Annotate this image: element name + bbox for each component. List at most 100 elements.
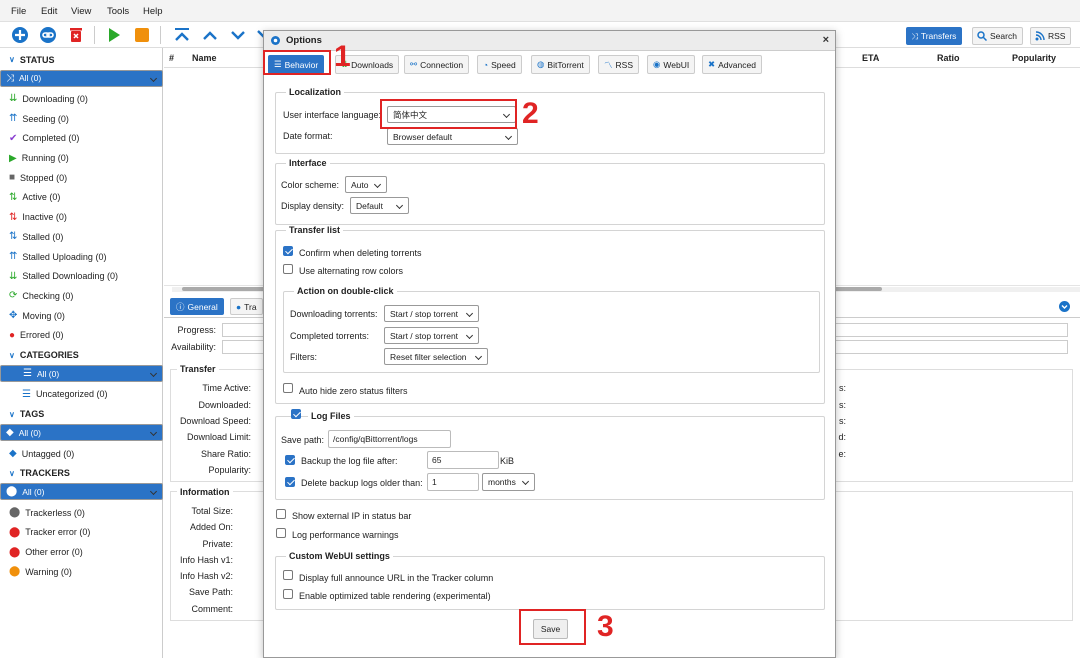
- tab-connection[interactable]: ⚯ Connection: [404, 55, 470, 74]
- move-top-icon[interactable]: [172, 25, 192, 45]
- list-icon: ☰: [23, 368, 32, 380]
- tag-filter-item[interactable]: ◆ All (0): [0, 424, 163, 442]
- delete-age-input[interactable]: 1: [427, 473, 479, 491]
- display-density-select[interactable]: Default: [350, 197, 409, 214]
- status-filter-item[interactable]: ✔ Completed (0): [0, 129, 163, 148]
- status-section-header[interactable]: ∨ STATUS: [0, 50, 163, 69]
- tracker-filter-item[interactable]: ⬤ Other error (0): [0, 543, 163, 562]
- full-url-checkbox[interactable]: [283, 570, 293, 580]
- color-scheme-select[interactable]: Auto: [345, 176, 387, 193]
- menu-file[interactable]: File: [11, 6, 26, 17]
- status-filter-item[interactable]: ⇅ Active (0): [0, 188, 163, 207]
- backup-size-input[interactable]: 65: [427, 451, 499, 469]
- check-icon: ✔: [9, 132, 18, 144]
- status-filter-item[interactable]: ⇅ Inactive (0): [0, 208, 163, 227]
- stop-icon[interactable]: [132, 25, 152, 45]
- start-icon[interactable]: [104, 25, 124, 45]
- tab-advanced[interactable]: ✖ Advanced: [702, 55, 762, 74]
- status-filter-item[interactable]: ⤨ All (0): [0, 69, 163, 87]
- status-filter-item[interactable]: ⇈ Stalled Uploading (0): [0, 247, 163, 266]
- progress-label: Progress:: [177, 325, 216, 335]
- confirm-delete-checkbox[interactable]: [283, 246, 293, 256]
- status-filter-item[interactable]: ⇊ Downloading (0): [0, 89, 163, 108]
- optimized-render-checkbox[interactable]: [283, 589, 293, 599]
- close-icon[interactable]: ×: [823, 34, 829, 46]
- options-dialog: Options × ☰ Behavior ⇊ Downloads ⚯ Connecti…: [263, 30, 836, 658]
- col-name[interactable]: Name: [192, 53, 217, 63]
- tab-speed[interactable]: ◔ Speed: [477, 55, 522, 74]
- log-perf-checkbox[interactable]: [276, 528, 286, 538]
- menu-view[interactable]: View: [71, 6, 91, 17]
- custom-webui-title: Custom WebUI settings: [286, 551, 393, 561]
- tab-rss[interactable]: 〽 RSS: [598, 55, 639, 74]
- downloading-action-select[interactable]: Start / stop torrent: [384, 305, 479, 322]
- download-limit-label: Download Limit:: [186, 432, 251, 442]
- tab-webui[interactable]: ◉ WebUI: [647, 55, 696, 74]
- save-path-label: Save path:: [281, 435, 325, 445]
- menu-edit[interactable]: Edit: [41, 6, 57, 17]
- filters-label: Filters:: [290, 352, 317, 362]
- info-hash-v2-label: Info Hash v2:: [179, 571, 233, 581]
- date-format-select[interactable]: Browser default: [387, 128, 518, 145]
- categories-section-header[interactable]: ∨ CATEGORIES: [0, 346, 163, 365]
- delete-backup-checkbox[interactable]: [285, 477, 295, 487]
- tracker-filter-item[interactable]: ⬤ Tracker error (0): [0, 523, 163, 542]
- tag-filter-item[interactable]: ◆ Untagged (0): [0, 444, 163, 463]
- tab-trackers[interactable]: ● Tra: [230, 298, 263, 315]
- log-files-checkbox[interactable]: [291, 409, 301, 419]
- transfers-tab[interactable]: ⤨ Transfers: [906, 27, 963, 45]
- backup-log-checkbox[interactable]: [285, 455, 295, 465]
- transfer-title: Transfer: [177, 364, 219, 374]
- alternating-rows-label: Use alternating row colors: [299, 266, 404, 276]
- tracker-filter-item[interactable]: ⬤ Trackerless (0): [0, 503, 163, 522]
- col-popularity[interactable]: Popularity: [1012, 53, 1056, 63]
- collapse-panel-icon[interactable]: [1059, 301, 1070, 312]
- status-filter-item[interactable]: ✥ Moving (0): [0, 306, 163, 325]
- log-perf-label: Log performance warnings: [292, 530, 399, 540]
- trackers-section-header[interactable]: ∨ TRACKERS: [0, 464, 163, 483]
- status-filter-item[interactable]: ⇈ Seeding (0): [0, 109, 163, 128]
- status-filter-item[interactable]: ● Errored (0): [0, 326, 163, 345]
- filters-action-select[interactable]: Reset filter selection: [384, 348, 488, 365]
- move-bottom-icon[interactable]: [254, 25, 263, 45]
- downloading-torrents-label: Downloading torrents:: [290, 309, 378, 319]
- tracker-filter-item[interactable]: ⬤ Warning (0): [0, 562, 163, 581]
- completed-action-select[interactable]: Start / stop torrent: [384, 327, 479, 344]
- menu-help[interactable]: Help: [143, 6, 163, 17]
- globe-icon: ◍: [537, 59, 545, 69]
- auto-hide-checkbox[interactable]: [283, 383, 293, 393]
- col-num[interactable]: #: [169, 53, 174, 63]
- tab-bittorrent[interactable]: ◍ BitTorrent: [531, 55, 590, 74]
- search-tab[interactable]: Search: [972, 27, 1023, 45]
- annotation-number-2: 2: [522, 97, 539, 130]
- add-torrent-icon[interactable]: [10, 25, 30, 45]
- rss-tab[interactable]: RSS: [1030, 27, 1072, 45]
- delete-icon[interactable]: [66, 25, 86, 45]
- add-link-icon[interactable]: [38, 25, 58, 45]
- list-icon: ☰: [22, 388, 31, 400]
- show-external-ip-checkbox[interactable]: [276, 509, 286, 519]
- log-save-path-input[interactable]: /config/qBittorrent/logs: [328, 430, 451, 448]
- tag-icon: ◆: [6, 427, 14, 439]
- move-up-icon[interactable]: [200, 25, 220, 45]
- status-filter-item[interactable]: ▶ Running (0): [0, 149, 163, 168]
- category-filter-item[interactable]: ☰ Uncategorized (0): [0, 385, 163, 404]
- status-filter-item[interactable]: ⟳ Checking (0): [0, 286, 163, 305]
- status-filter-item[interactable]: ⇅ Stalled (0): [0, 227, 163, 246]
- alternating-rows-checkbox[interactable]: [283, 264, 293, 274]
- status-filter-item[interactable]: ⇊ Stalled Downloading (0): [0, 267, 163, 286]
- delete-unit-select[interactable]: months: [482, 473, 535, 491]
- move-down-icon[interactable]: [228, 25, 248, 45]
- col-eta[interactable]: ETA: [862, 53, 879, 63]
- tab-general[interactable]: ⓘ General: [170, 298, 224, 315]
- category-filter-item[interactable]: ☰ All (0): [0, 365, 163, 383]
- right-label: e:: [838, 449, 846, 459]
- status-filter-item[interactable]: ■ Stopped (0): [0, 168, 163, 187]
- menu-tools[interactable]: Tools: [107, 6, 129, 17]
- shuffle-icon: ⤨: [6, 72, 14, 84]
- tracker-filter-item[interactable]: ⬤ All (0): [0, 483, 163, 501]
- rss-icon: [1035, 31, 1045, 41]
- tags-section-header[interactable]: ∨ TAGS: [0, 405, 163, 424]
- speedometer-icon: ◔: [483, 59, 489, 70]
- col-ratio[interactable]: Ratio: [937, 53, 960, 63]
